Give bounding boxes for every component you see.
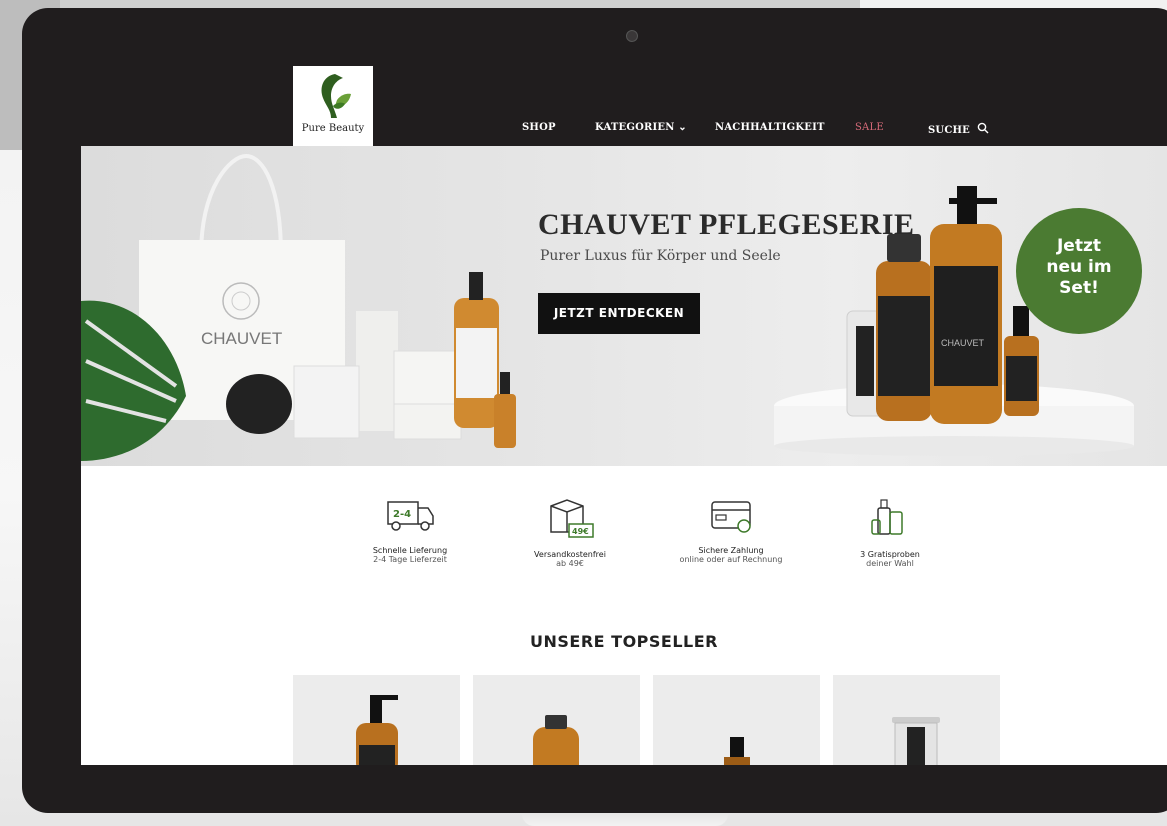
badge-line-1: Jetzt [1056,236,1101,256]
feature-title: Sichere Zahlung [698,546,764,555]
hero-banner[interactable]: CHAUVET CHAUVET CHAUVET PFLEGESERIE Pure… [81,146,1167,466]
delivery-truck-icon: 2-4 [387,501,434,531]
discover-button[interactable]: JETZT ENTDECKEN [538,293,700,334]
search-icon [977,122,989,134]
feature-subtitle: 2-4 Tage Lieferzeit [373,555,447,564]
header-bar: Pure Beauty SHOP KATEGORIEN ⌄ NACHHALTIG… [81,66,1167,146]
usp-features: 2-4 Schnelle Lieferung 2-4 Tage Lieferze… [81,466,1167,611]
sample-bottles-icon [871,499,903,535]
package-box-icon: 49€ [550,499,594,538]
badge-line-2: neu im [1046,257,1112,277]
feature-title: Schnelle Lieferung [372,546,448,555]
new-in-set-badge: Jetzt neu im Set! [1016,208,1142,334]
product-card[interactable] [653,675,820,765]
website-screen: Pure Beauty SHOP KATEGORIEN ⌄ NACHHALTIG… [81,66,1167,765]
nav-search-label: SUCHE [928,125,970,136]
webcam [626,30,638,42]
feature-free-shipping: 49€ Versandkostenfrei ab 49€ [485,496,655,568]
nav-nachhaltigkeit[interactable]: NACHHALTIGKEIT [715,122,825,133]
hero-title: CHAUVET PFLEGESERIE [538,208,915,241]
shipping-icon-label: 49€ [572,527,589,536]
bottle-brand-text: CHAUVET [941,338,985,348]
product-card[interactable] [473,675,640,765]
product-image [724,737,750,765]
nav-kategorien-label: KATEGORIEN [595,122,675,133]
hero-subtitle: Purer Luxus für Körper und Seele [540,248,781,264]
feature-secure-payment: Sichere Zahlung online oder auf Rechnung [646,496,816,564]
logo-text: Pure Beauty [301,123,365,134]
nav-shop[interactable]: SHOP [522,122,556,133]
credit-card-icon [711,501,751,533]
feature-subtitle: online oder auf Rechnung [679,555,783,564]
product-card[interactable] [833,675,1000,765]
feature-title: 3 Gratisproben [860,550,920,559]
nav-sale[interactable]: SALE [855,122,884,133]
product-image [533,715,579,765]
chevron-down-icon: ⌄ [678,122,687,133]
feature-delivery: 2-4 Schnelle Lieferung 2-4 Tage Lieferze… [325,496,495,564]
product-card[interactable] [293,675,460,765]
nav-search[interactable]: SUCHE [928,122,989,136]
badge-line-3: Set! [1059,278,1099,298]
product-image [356,695,398,765]
feature-subtitle: ab 49€ [556,559,584,568]
product-image [892,717,940,765]
delivery-icon-label: 2-4 [393,509,411,520]
topseller-heading: UNSERE TOPSELLER [530,632,718,651]
brand-logo[interactable]: Pure Beauty [293,66,373,146]
leaf-face-icon [321,74,351,118]
bag-brand-text: CHAUVET [201,329,282,348]
nav-kategorien[interactable]: KATEGORIEN ⌄ [595,122,687,133]
feature-free-samples: 3 Gratisproben deiner Wahl [805,496,975,568]
feature-subtitle: deiner Wahl [866,559,914,568]
feature-title: Versandkostenfrei [534,550,606,559]
